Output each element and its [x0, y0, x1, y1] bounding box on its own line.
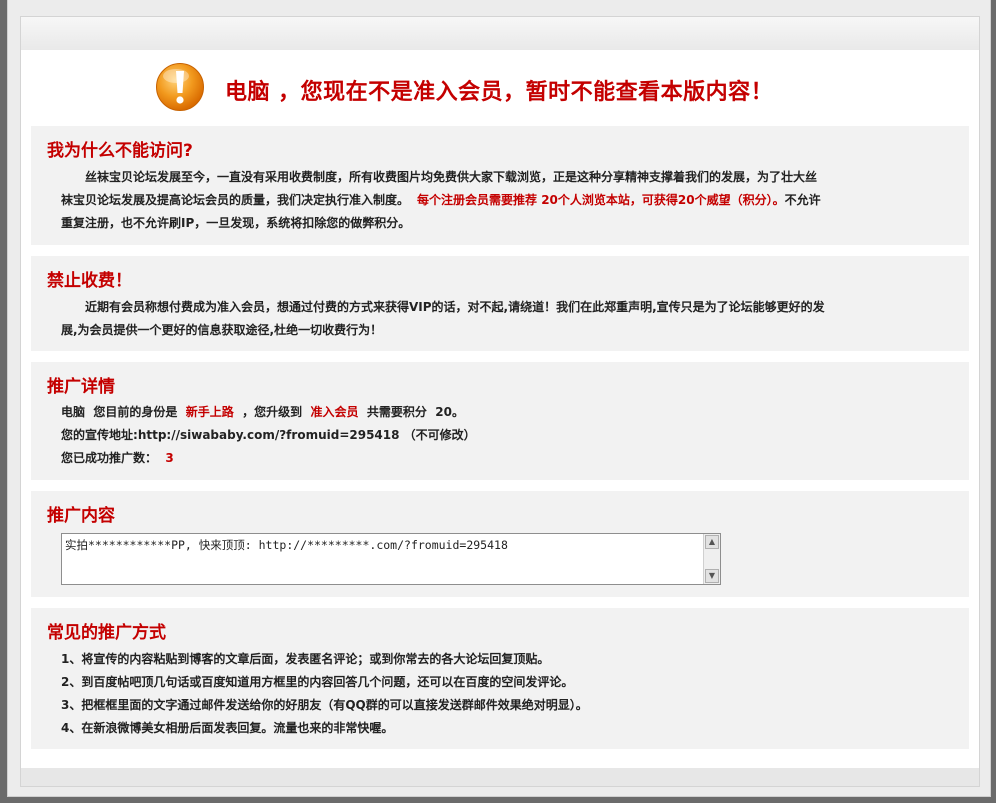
promo-methods-title: 常见的推广方式	[47, 623, 166, 643]
page-title: 电脑 ，您现在不是准入会员，暂时不能查看本版内容！	[225, 80, 774, 105]
why-section: 我为什么不能访问? 丝袜宝贝论坛发展至今，一直没有采用收费制度，所有收费图片均免…	[31, 126, 969, 245]
method-item-4: 4、在新浪微博美女相册后面发表回复。流量也来的非常快喔。	[61, 721, 394, 735]
promo-url: http://siwababy.com/?fromuid=295418	[137, 428, 400, 442]
why-line-2-text: 袜宝贝论坛发展及提高论坛会员的质量，我们决定执行准入制度。	[61, 193, 410, 207]
current-identity: 新手上路	[185, 405, 234, 419]
scroll-up-icon[interactable]: ▲	[705, 535, 719, 549]
warning-icon	[156, 63, 204, 111]
points-end: 。	[451, 405, 464, 419]
promo-details-section: 推广详情 电脑 您目前的身份是 新手上路 ，您升级到 准入会员 共需要积分 20…	[31, 362, 969, 480]
user-name: 电脑	[61, 405, 86, 419]
count-label: 您已成功推广数：	[61, 451, 158, 465]
no-fee-line-2: 展,为会员提供一个更好的信息获取途径,杜绝一切收费行为！	[61, 323, 383, 337]
promo-content-section: 推广内容 实拍************PP, 快来顶顶: http://****…	[31, 491, 969, 597]
why-line-3: 重复注册，也不允许刷IP，一旦发现，系统将扣除您的做弊积分。	[61, 216, 411, 230]
notice-header: 电脑 ，您现在不是准入会员，暂时不能查看本版内容！	[21, 62, 979, 114]
promo-title: 推广详情	[47, 377, 115, 397]
why-line-2: 袜宝贝论坛发展及提高论坛会员的质量，我们决定执行准入制度。 每个注册会员需要推荐 …	[61, 189, 949, 212]
why-line-1: 丝袜宝贝论坛发展至今，一直没有采用收费制度，所有收费图片均免费供大家下载浏览，正…	[85, 170, 818, 184]
method-item-1: 1、将宣传的内容粘贴到博客的文章后面，发表匿名评论；或到你常去的各大论坛回复顶贴…	[61, 652, 550, 666]
points-value: 20	[435, 405, 452, 419]
no-fee-body: 近期有会员称想付费成为准入会员，想通过付费的方式来获得VIP的话，对不起,请绕道…	[61, 296, 949, 342]
promo-count-line: 您已成功推广数： 3	[61, 447, 949, 470]
upgrade-label: ，您升级到	[242, 405, 303, 419]
promo-url-line: 您的宣传地址:http://siwababy.com/?fromuid=2954…	[61, 424, 949, 447]
promo-body: 电脑 您目前的身份是 新手上路 ，您升级到 准入会员 共需要积分 20。 您的宣…	[61, 401, 949, 470]
why-body: 丝袜宝贝论坛发展至今，一直没有采用收费制度，所有收费图片均免费供大家下载浏览，正…	[61, 166, 949, 235]
promo-content-textarea[interactable]: 实拍************PP, 快来顶顶: http://*********…	[61, 533, 721, 585]
url-note: （不可修改）	[403, 428, 476, 442]
no-fee-section: 禁止收费！ 近期有会员称想付费成为准入会员，想通过付费的方式来获得VIP的话，对…	[31, 256, 969, 351]
bottom-bar	[20, 768, 980, 787]
promo-methods-section: 常见的推广方式 1、将宣传的内容粘贴到博客的文章后面，发表匿名评论；或到你常去的…	[31, 608, 969, 749]
target-identity: 准入会员	[310, 405, 359, 419]
why-line-2-end: 不允许	[784, 193, 821, 207]
main-panel: 电脑 ，您现在不是准入会员，暂时不能查看本版内容！ 我为什么不能访问? 丝袜宝贝…	[20, 50, 980, 769]
no-fee-title: 禁止收费！	[47, 271, 132, 291]
promo-content-text[interactable]: 实拍************PP, 快来顶顶: http://*********…	[65, 537, 702, 553]
identity-label: 您目前的身份是	[93, 405, 178, 419]
why-highlight: 每个注册会员需要推荐 20个人浏览本站，可获得20个威望（积分）。	[417, 193, 785, 207]
promo-content-title: 推广内容	[47, 506, 115, 526]
textarea-scrollbar[interactable]: ▲ ▼	[703, 534, 720, 584]
method-item-2: 2、到百度帖吧顶几句话或百度知道用方框里的内容回答几个问题，还可以在百度的空间发…	[61, 675, 574, 689]
promo-identity-line: 电脑 您目前的身份是 新手上路 ，您升级到 准入会员 共需要积分 20。	[61, 401, 949, 424]
no-fee-line-1: 近期有会员称想付费成为准入会员，想通过付费的方式来获得VIP的话，对不起,请绕道…	[85, 300, 825, 314]
why-title: 我为什么不能访问?	[47, 141, 193, 161]
url-label: 您的宣传地址:	[61, 428, 138, 442]
method-item-3: 3、把框框里面的文字通过邮件发送给你的好朋友（有QQ群的可以直接发送群邮件效果绝…	[61, 698, 588, 712]
promo-count: 3	[165, 451, 174, 465]
points-label: 共需要积分	[366, 405, 427, 419]
page-frame: 电脑 ，您现在不是准入会员，暂时不能查看本版内容！ 我为什么不能访问? 丝袜宝贝…	[7, 0, 991, 797]
scroll-down-icon[interactable]: ▼	[705, 569, 719, 583]
top-bar	[20, 16, 980, 51]
promo-methods-list: 1、将宣传的内容粘贴到博客的文章后面，发表匿名评论；或到你常去的各大论坛回复顶贴…	[61, 648, 949, 740]
